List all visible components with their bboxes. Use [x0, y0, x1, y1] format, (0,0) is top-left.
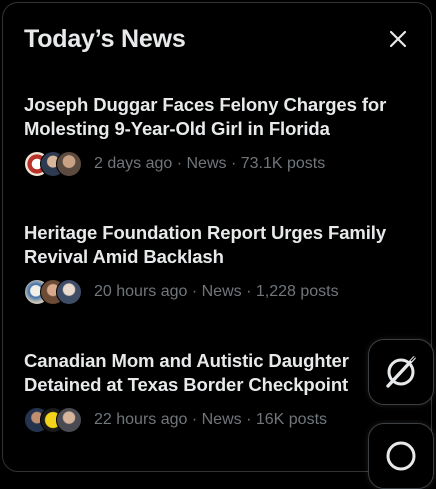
news-meta: 20 hours ago · News · 1,228 posts	[94, 283, 339, 300]
avatar	[56, 279, 82, 305]
news-item[interactable]: Heritage Foundation Report Urges Family …	[24, 221, 404, 305]
news-meta: 2 days ago · News · 73.1K posts	[94, 155, 326, 172]
news-headline[interactable]: Heritage Foundation Report Urges Family …	[24, 221, 404, 269]
close-button[interactable]	[381, 22, 415, 56]
grok-button[interactable]	[368, 339, 434, 405]
close-icon[interactable]	[389, 30, 407, 48]
news-post-count: 1,228 posts	[255, 283, 339, 300]
news-category: News	[186, 155, 227, 172]
avatar-stack	[24, 407, 84, 433]
avatar-stack	[24, 279, 84, 305]
news-time: 20 hours ago	[94, 283, 188, 300]
panel-title: Today’s News	[24, 25, 186, 53]
news-meta-row: 20 hours ago · News · 1,228 posts	[24, 279, 404, 305]
news-meta: 22 hours ago · News · 16K posts	[94, 411, 328, 428]
news-category: News	[201, 411, 242, 428]
todays-news-panel: Today’s News Joseph Duggar Faces Felony …	[2, 2, 432, 472]
news-time: 22 hours ago	[94, 411, 188, 428]
news-item[interactable]: Joseph Duggar Faces Felony Charges for M…	[24, 93, 404, 177]
messages-icon	[386, 441, 416, 471]
news-time: 2 days ago	[94, 155, 173, 172]
news-category: News	[201, 283, 242, 300]
avatar	[56, 407, 82, 433]
news-headline[interactable]: Joseph Duggar Faces Felony Charges for M…	[24, 93, 404, 141]
news-item[interactable]: Canadian Mom and Autistic Daughter Detai…	[24, 349, 404, 433]
avatar-stack	[24, 151, 84, 177]
news-post-count: 16K posts	[255, 411, 328, 428]
news-post-count: 73.1K posts	[240, 155, 326, 172]
messages-button[interactable]	[368, 423, 434, 489]
avatar	[56, 151, 82, 177]
news-headline[interactable]: Canadian Mom and Autistic Daughter Detai…	[24, 349, 404, 397]
news-meta-row: 2 days ago · News · 73.1K posts	[24, 151, 404, 177]
news-meta-row: 22 hours ago · News · 16K posts	[24, 407, 404, 433]
grok-icon	[386, 355, 417, 388]
